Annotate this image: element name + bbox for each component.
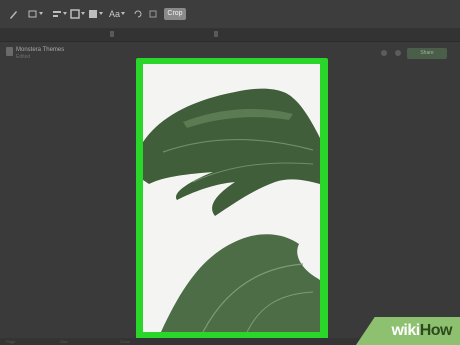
info-icon[interactable] [381,50,387,56]
shape-icon[interactable] [28,8,38,20]
share-button[interactable]: Share [407,48,447,59]
footer-label: Zoom [120,339,131,344]
text-style-icon[interactable]: Aa [109,8,120,20]
monstera-leaf-image[interactable] [143,64,320,332]
border-color-icon[interactable] [70,8,80,20]
watermark-text: wikiHow [391,322,452,339]
footer-label: Size [60,339,68,344]
document-icon [110,31,114,37]
toolbar: Aa Crop [0,0,460,29]
more-icon[interactable] [395,50,401,56]
fill-color-icon[interactable] [88,8,98,20]
chevron-down-icon [99,12,103,15]
align-icon[interactable] [52,8,62,20]
markup-icon[interactable] [8,8,18,20]
lock-icon [214,31,218,37]
footer-label: Page [6,339,16,344]
watermark-logo: wikiHow [356,317,460,345]
chevron-down-icon [81,12,85,15]
chevron-down-icon [121,12,125,15]
adjust-icon[interactable] [148,8,158,20]
document-icon [6,47,13,56]
secondary-toolbar [0,28,460,42]
chevron-down-icon [63,12,67,15]
document-status: Edited [16,54,31,60]
rotate-icon[interactable] [133,8,143,20]
document-title: Monstera Themes [16,47,65,53]
chevron-down-icon [39,12,43,15]
crop-button[interactable]: Crop [164,8,186,20]
